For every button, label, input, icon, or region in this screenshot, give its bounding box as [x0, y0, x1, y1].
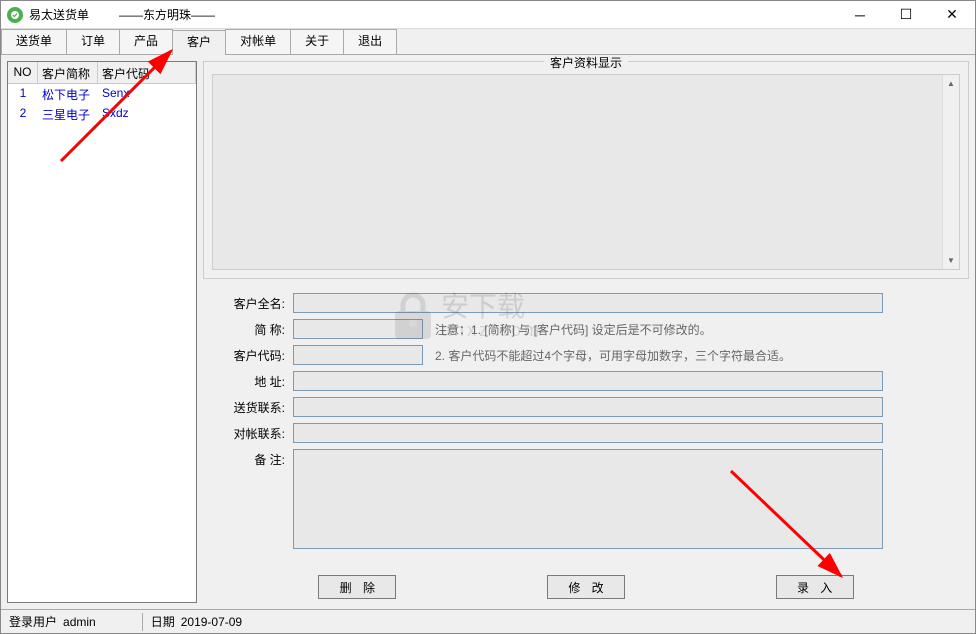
modify-button[interactable]: 修 改: [547, 575, 625, 599]
table-row[interactable]: 2 三星电子 Sxdz: [8, 104, 196, 124]
tab-statement[interactable]: 对帐单: [225, 29, 291, 54]
input-delivery-contact[interactable]: [293, 397, 883, 417]
scrollbar[interactable]: ▲ ▼: [942, 75, 959, 269]
input-address[interactable]: [293, 371, 883, 391]
minimize-button[interactable]: ─: [837, 1, 883, 29]
input-fullname[interactable]: [293, 293, 883, 313]
tab-order[interactable]: 订单: [66, 29, 120, 54]
enter-button[interactable]: 录 入: [776, 575, 854, 599]
label-delivery-contact: 送货联系:: [223, 397, 293, 419]
label-fullname: 客户全名:: [223, 293, 293, 315]
table-row[interactable]: 1 松下电子 Senx: [8, 84, 196, 104]
right-panel: 客户资料显示 ▲ ▼ 客户全名: 简 称: 注意：1. [: [203, 61, 969, 603]
label-account-contact: 对帐联系:: [223, 423, 293, 445]
status-user-label: 登录用户: [9, 613, 57, 631]
app-icon: [7, 7, 23, 23]
input-shortname[interactable]: [293, 319, 423, 339]
label-address: 地 址:: [223, 371, 293, 393]
statusbar: 登录用户 admin 日期 2019-07-09: [1, 609, 975, 633]
content-area: NO 客户简称 客户代码 1 松下电子 Senx 2 三星电子 Sxdz: [1, 55, 975, 609]
input-remark[interactable]: [293, 449, 883, 549]
app-title: 易太送货单: [29, 6, 89, 23]
app-subtitle: ——东方明珠——: [119, 6, 215, 23]
col-header-code: 客户代码: [98, 62, 196, 83]
tab-product[interactable]: 产品: [119, 29, 173, 54]
status-date-label: 日期: [142, 613, 175, 631]
hint-code: 2. 客户代码不能超过4个字母，可用字母加数字，三个字符最合适。: [435, 345, 791, 367]
scroll-down-icon[interactable]: ▼: [943, 252, 959, 269]
input-account-contact[interactable]: [293, 423, 883, 443]
label-remark: 备 注:: [223, 449, 293, 471]
display-area: ▲ ▼: [212, 74, 960, 270]
status-date-value: 2019-07-09: [181, 615, 242, 629]
form-area: 客户全名: 简 称: 注意：1. [简称] 与 [客户代码] 设定后是不可修改的…: [203, 285, 969, 561]
button-row: 删 除 修 改 录 入: [203, 567, 969, 603]
label-code: 客户代码:: [223, 345, 293, 367]
close-button[interactable]: ✕: [929, 1, 975, 29]
titlebar: 易太送货单 ——东方明珠—— ─ ☐ ✕: [1, 1, 975, 29]
input-code[interactable]: [293, 345, 423, 365]
status-user-value: admin: [63, 615, 96, 629]
customer-list-panel: NO 客户简称 客户代码 1 松下电子 Senx 2 三星电子 Sxdz: [7, 61, 197, 603]
col-header-no: NO: [8, 62, 38, 83]
tab-customer[interactable]: 客户: [172, 30, 226, 55]
delete-button[interactable]: 删 除: [318, 575, 396, 599]
app-window: 易太送货单 ——东方明珠—— ─ ☐ ✕ 送货单 订单 产品 客户 对帐单 关于…: [0, 0, 976, 634]
tab-exit[interactable]: 退出: [343, 29, 397, 54]
table-body: 1 松下电子 Senx 2 三星电子 Sxdz: [8, 84, 196, 602]
tab-about[interactable]: 关于: [290, 29, 344, 54]
tab-bar: 送货单 订单 产品 客户 对帐单 关于 退出: [1, 29, 975, 55]
display-group-title: 客户资料显示: [544, 55, 628, 71]
col-header-name: 客户简称: [38, 62, 98, 83]
scroll-up-icon[interactable]: ▲: [943, 75, 959, 92]
table-header: NO 客户简称 客户代码: [8, 62, 196, 84]
hint-shortname: 注意：1. [简称] 与 [客户代码] 设定后是不可修改的。: [435, 319, 712, 341]
tab-delivery[interactable]: 送货单: [1, 29, 67, 54]
label-shortname: 简 称:: [223, 319, 293, 341]
display-group: 客户资料显示 ▲ ▼: [203, 61, 969, 279]
maximize-button[interactable]: ☐: [883, 1, 929, 29]
